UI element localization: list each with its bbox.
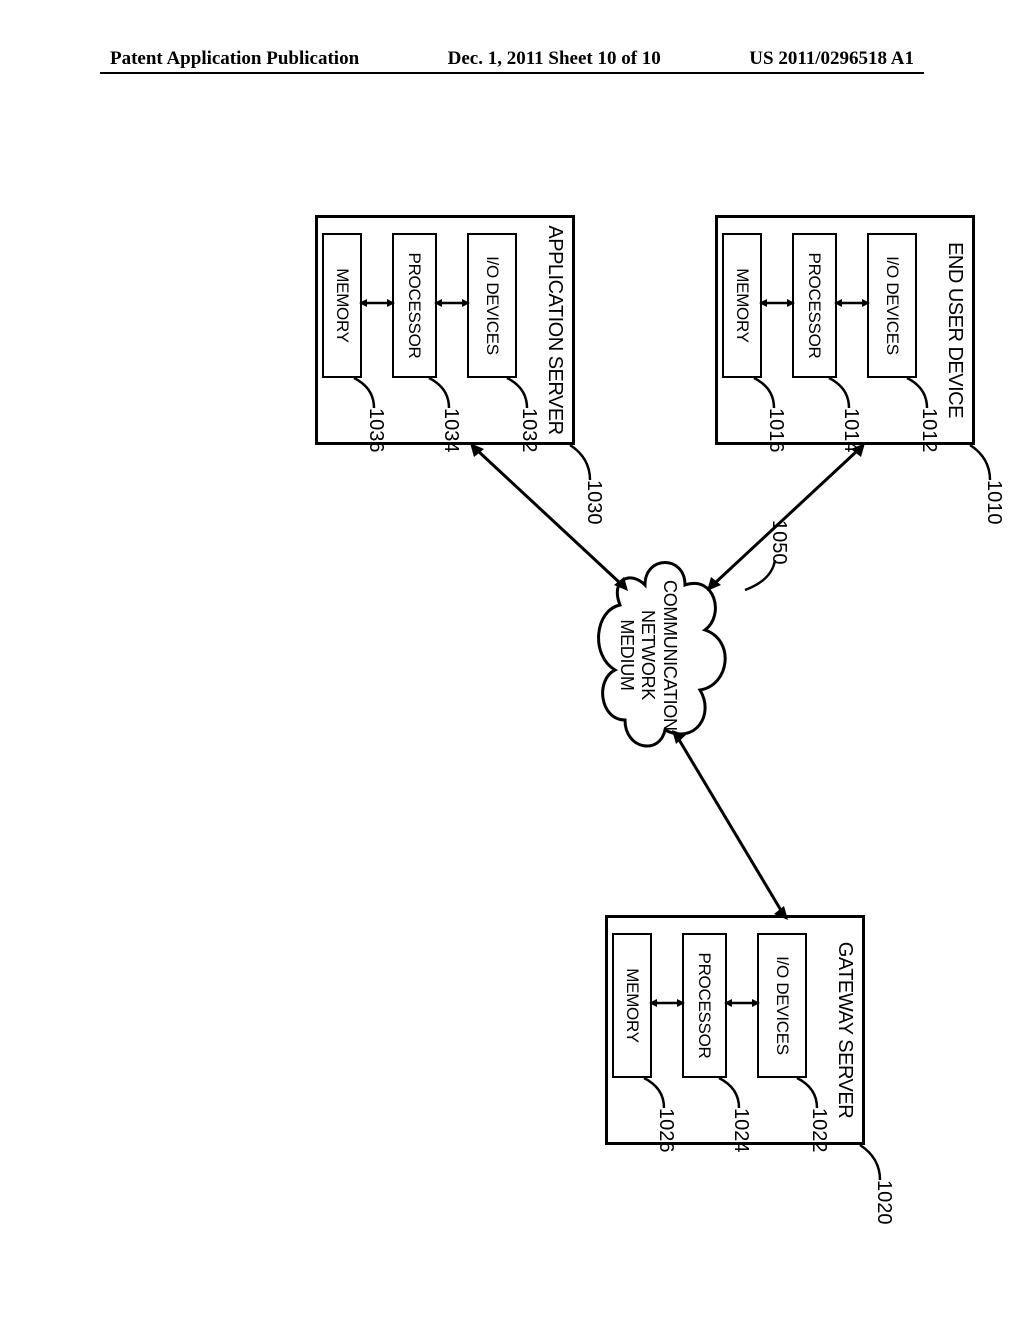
end-user-title: END USER DEVICE — [941, 218, 972, 442]
end-user-memory: MEMORY — [722, 233, 762, 378]
header-center: Dec. 1, 2011 Sheet 10 of 10 — [448, 48, 661, 70]
connector-cloud-gateway — [670, 730, 790, 920]
patent-header: Patent Application Publication Dec. 1, 2… — [0, 48, 1024, 70]
ref-1036: 1036 — [364, 408, 387, 453]
ref-1034: 1034 — [439, 408, 462, 453]
ref-1026: 1026 — [654, 1108, 677, 1153]
header-left: Patent Application Publication — [110, 48, 359, 70]
app-processor: PROCESSOR — [392, 233, 437, 378]
gateway-io: I/O DEVICES — [757, 933, 807, 1078]
ref-1010: 1010 — [982, 480, 1005, 525]
header-rule — [100, 72, 924, 74]
application-server-box: APPLICATION SERVER I/O DEVICES PROCESSOR… — [315, 215, 575, 445]
connector-end-user-cloud — [705, 443, 865, 593]
end-user-processor: PROCESSOR — [792, 233, 837, 378]
end-user-io: I/O DEVICES — [867, 233, 917, 378]
ref-1022: 1022 — [807, 1108, 830, 1153]
gateway-server-box: GATEWAY SERVER I/O DEVICES PROCESSOR MEM… — [605, 915, 865, 1145]
header-right: US 2011/0296518 A1 — [749, 48, 914, 70]
gateway-memory: MEMORY — [612, 933, 652, 1078]
ref-1012: 1012 — [917, 408, 940, 453]
gateway-processor: PROCESSOR — [682, 933, 727, 1078]
end-user-device-box: END USER DEVICE I/O DEVICES PROCESSOR ME… — [715, 215, 975, 445]
ref-1020: 1020 — [872, 1180, 895, 1225]
connector-app-cloud — [470, 443, 630, 593]
cloud-text: COMMUNICATION NETWORK MEDIUM — [615, 580, 680, 730]
app-io: I/O DEVICES — [467, 233, 517, 378]
app-server-title: APPLICATION SERVER — [541, 218, 572, 442]
app-memory: MEMORY — [322, 233, 362, 378]
gateway-title: GATEWAY SERVER — [831, 918, 862, 1142]
figure-diagram: FIG. 10 1000 END USER DEVICE I/O DEVICES… — [0, 275, 1024, 1095]
ref-1024: 1024 — [729, 1108, 752, 1153]
